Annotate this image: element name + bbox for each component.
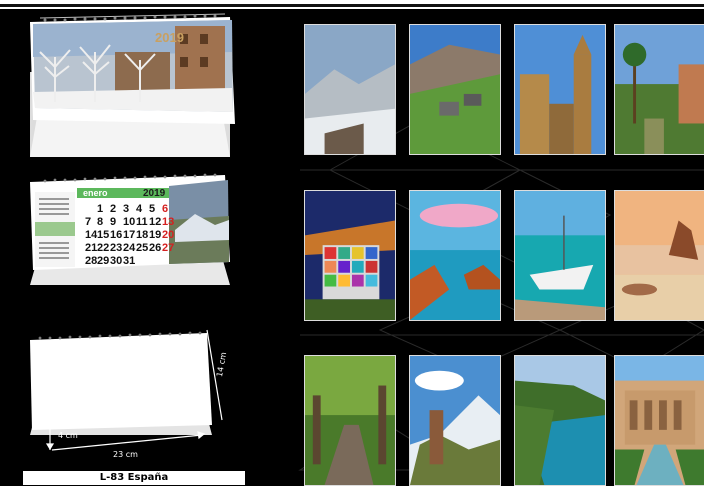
calendar-day-number: 1 <box>97 203 103 215</box>
calendar-day-number: 21 <box>85 242 97 254</box>
calendar-day-number: 12 <box>149 216 161 228</box>
calendar-day-number: 13 <box>162 216 174 228</box>
thumbnail-palm-garden-palace <box>614 24 704 155</box>
calendar-day-number: 23 <box>110 242 122 254</box>
month-name: enero <box>83 188 108 198</box>
calendar-day-number: 9 <box>110 216 116 228</box>
calendar-day-number: 22 <box>97 242 109 254</box>
thumbnail-alpine-huts-valley <box>409 24 501 155</box>
calendar-blank-dimensions <box>22 325 252 465</box>
thumbnail-snowy-mountain-village <box>304 24 396 155</box>
calendar-day-number: 10 <box>123 216 135 228</box>
calendar-day-number: 18 <box>136 229 148 241</box>
thumbnail-rocky-coast-sunset <box>409 190 501 321</box>
calendar-day-number: 2 <box>110 203 116 215</box>
calendar-day-number: 31 <box>123 255 135 267</box>
calendar-day-number: 8 <box>97 216 103 228</box>
calendar-day-number: 25 <box>136 242 148 254</box>
thumbnail-forest-stone-path <box>304 355 396 486</box>
calendar-day-number: 30 <box>110 255 122 267</box>
product-caption: L-83 España <box>23 471 245 485</box>
thumbnail-alhambra-courtyard <box>614 355 704 486</box>
calendar-day-number: 20 <box>162 229 174 241</box>
calendar-day-number: 27 <box>162 242 174 254</box>
thumbnail-beach-rock-sunset <box>614 190 704 321</box>
calendar-day-number: 16 <box>110 229 122 241</box>
thumbnail-boat-turquoise-water <box>514 190 606 321</box>
month-year: 2019 <box>143 188 166 199</box>
calendar-day-number: 7 <box>85 216 91 228</box>
dimension-depth: 4 cm <box>58 431 78 440</box>
thumbnail-coastal-cliffs-bay <box>514 355 606 486</box>
calendar-day-number: 11 <box>136 216 148 228</box>
calendar-day-number: 28 <box>85 255 97 267</box>
dimension-width: 23 cm <box>113 450 138 459</box>
calendar-day-number: 24 <box>123 242 136 254</box>
thumbnail-colorful-glass-cube <box>304 190 396 321</box>
calendar-day-number: 17 <box>123 229 135 241</box>
thumbnail-rock-pillar-snowy-peak <box>409 355 501 486</box>
calendar-month-page: enero 2019 1 2 3 4 5 6 7 8 9 10 11 12 13 14 15 16 17 18 19… <box>25 170 240 290</box>
calendar-day-number: 4 <box>136 203 143 215</box>
calendar-day-number: 6 <box>162 203 168 215</box>
calendar-day-number: 15 <box>97 229 109 241</box>
calendar-day-number: 26 <box>149 242 161 254</box>
calendar-year-overlay: 2019 <box>155 30 184 45</box>
calendar-photo-front: 2019 <box>25 12 240 162</box>
calendar-day-number: 19 <box>149 229 161 241</box>
calendar-day-number: 29 <box>97 255 109 267</box>
calendar-day-number: 3 <box>123 203 129 215</box>
thumbnail-cathedral-towers <box>514 24 606 155</box>
calendar-day-number: 5 <box>149 203 155 215</box>
